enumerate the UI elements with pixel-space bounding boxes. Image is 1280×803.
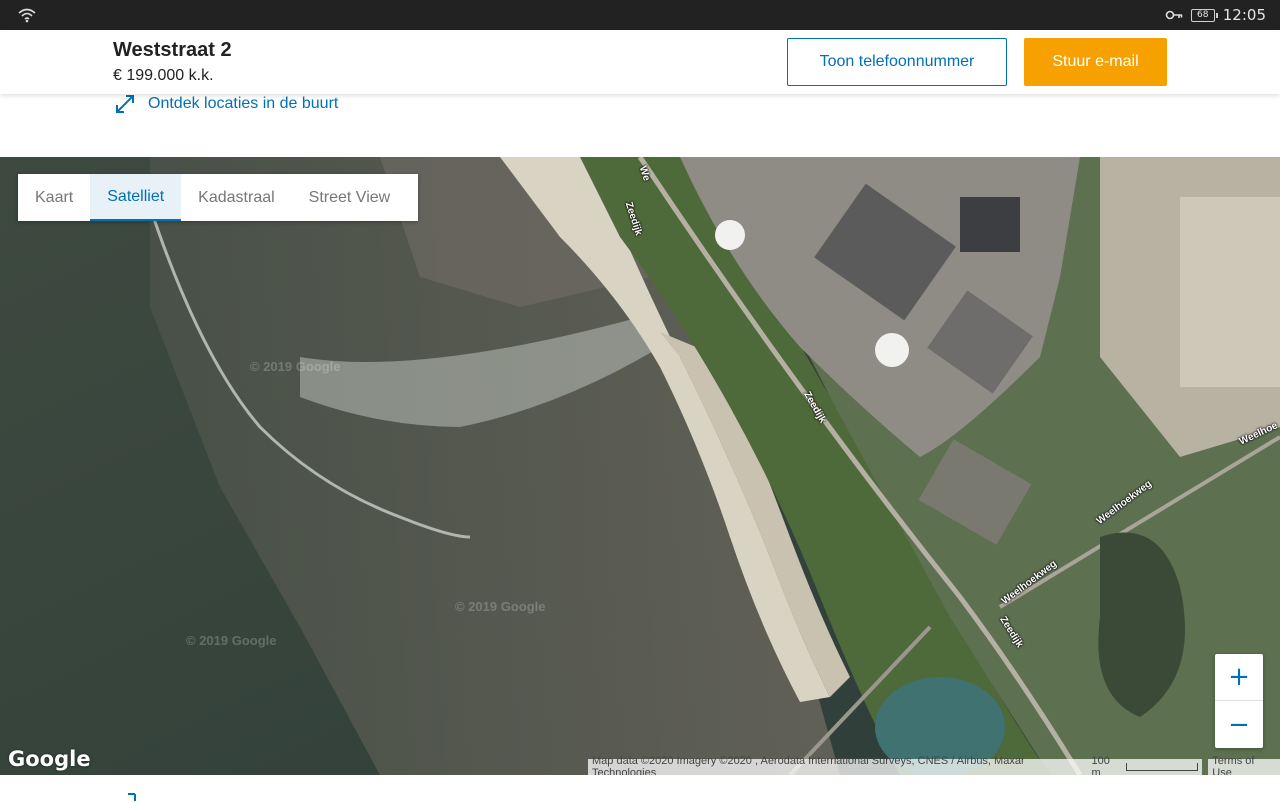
map-attribution: Map data ©2020 Imagery ©2020 , Aerodata … xyxy=(588,755,1280,775)
wifi-icon xyxy=(18,8,36,23)
listing-title: Weststraat 2 xyxy=(113,39,232,61)
scale-bar xyxy=(1125,763,1199,771)
map-watermark: © 2019 Google xyxy=(186,633,277,648)
expand-icon xyxy=(116,95,134,113)
satellite-imagery xyxy=(0,157,1280,775)
nearby-locations-link[interactable]: Ontdek locaties in de buurt xyxy=(114,92,338,116)
send-email-button[interactable]: Stuur e-mail xyxy=(1024,38,1167,86)
tab-kadastraal[interactable]: Kadastraal xyxy=(181,174,292,221)
map-watermark: © 2019 Google xyxy=(455,599,546,614)
tab-kaart[interactable]: Kaart xyxy=(18,174,90,221)
terms-of-use-link[interactable]: Terms of Use xyxy=(1208,755,1280,775)
map-watermark: © 2019 Google xyxy=(250,359,341,374)
battery-icon: 68 xyxy=(1190,8,1218,22)
google-logo: Google xyxy=(8,747,91,771)
status-bar: 68 12:05 xyxy=(0,0,1280,30)
map-view[interactable]: © 2019 Google © 2019 Google © 2019 Googl… xyxy=(0,157,1280,775)
zoom-out-button[interactable]: − xyxy=(1215,701,1263,748)
scale-label: 100 m xyxy=(1091,755,1110,775)
nearby-locations-label: Ontdek locaties in de buurt xyxy=(148,95,339,112)
clock: 12:05 xyxy=(1222,6,1266,24)
listing-price: € 199.000 k.k. xyxy=(113,67,214,84)
show-phone-button[interactable]: Toon telefoonnummer xyxy=(787,38,1007,86)
listing-header: Weststraat 2 € 199.000 k.k. Toon telefoo… xyxy=(0,30,1280,94)
map-scale[interactable]: 100 m xyxy=(1087,755,1203,775)
tab-street-view[interactable]: Street View xyxy=(292,174,408,221)
expand-icon xyxy=(128,793,136,801)
zoom-in-button[interactable]: + xyxy=(1215,654,1263,701)
map-type-tabs: Kaart Satelliet Kadastraal Street View xyxy=(18,174,418,221)
tab-satelliet[interactable]: Satelliet xyxy=(90,174,182,221)
attribution-text: Map data ©2020 Imagery ©2020 , Aerodata … xyxy=(588,755,1088,775)
zoom-controls: + − xyxy=(1215,654,1263,748)
key-icon xyxy=(1165,10,1183,20)
